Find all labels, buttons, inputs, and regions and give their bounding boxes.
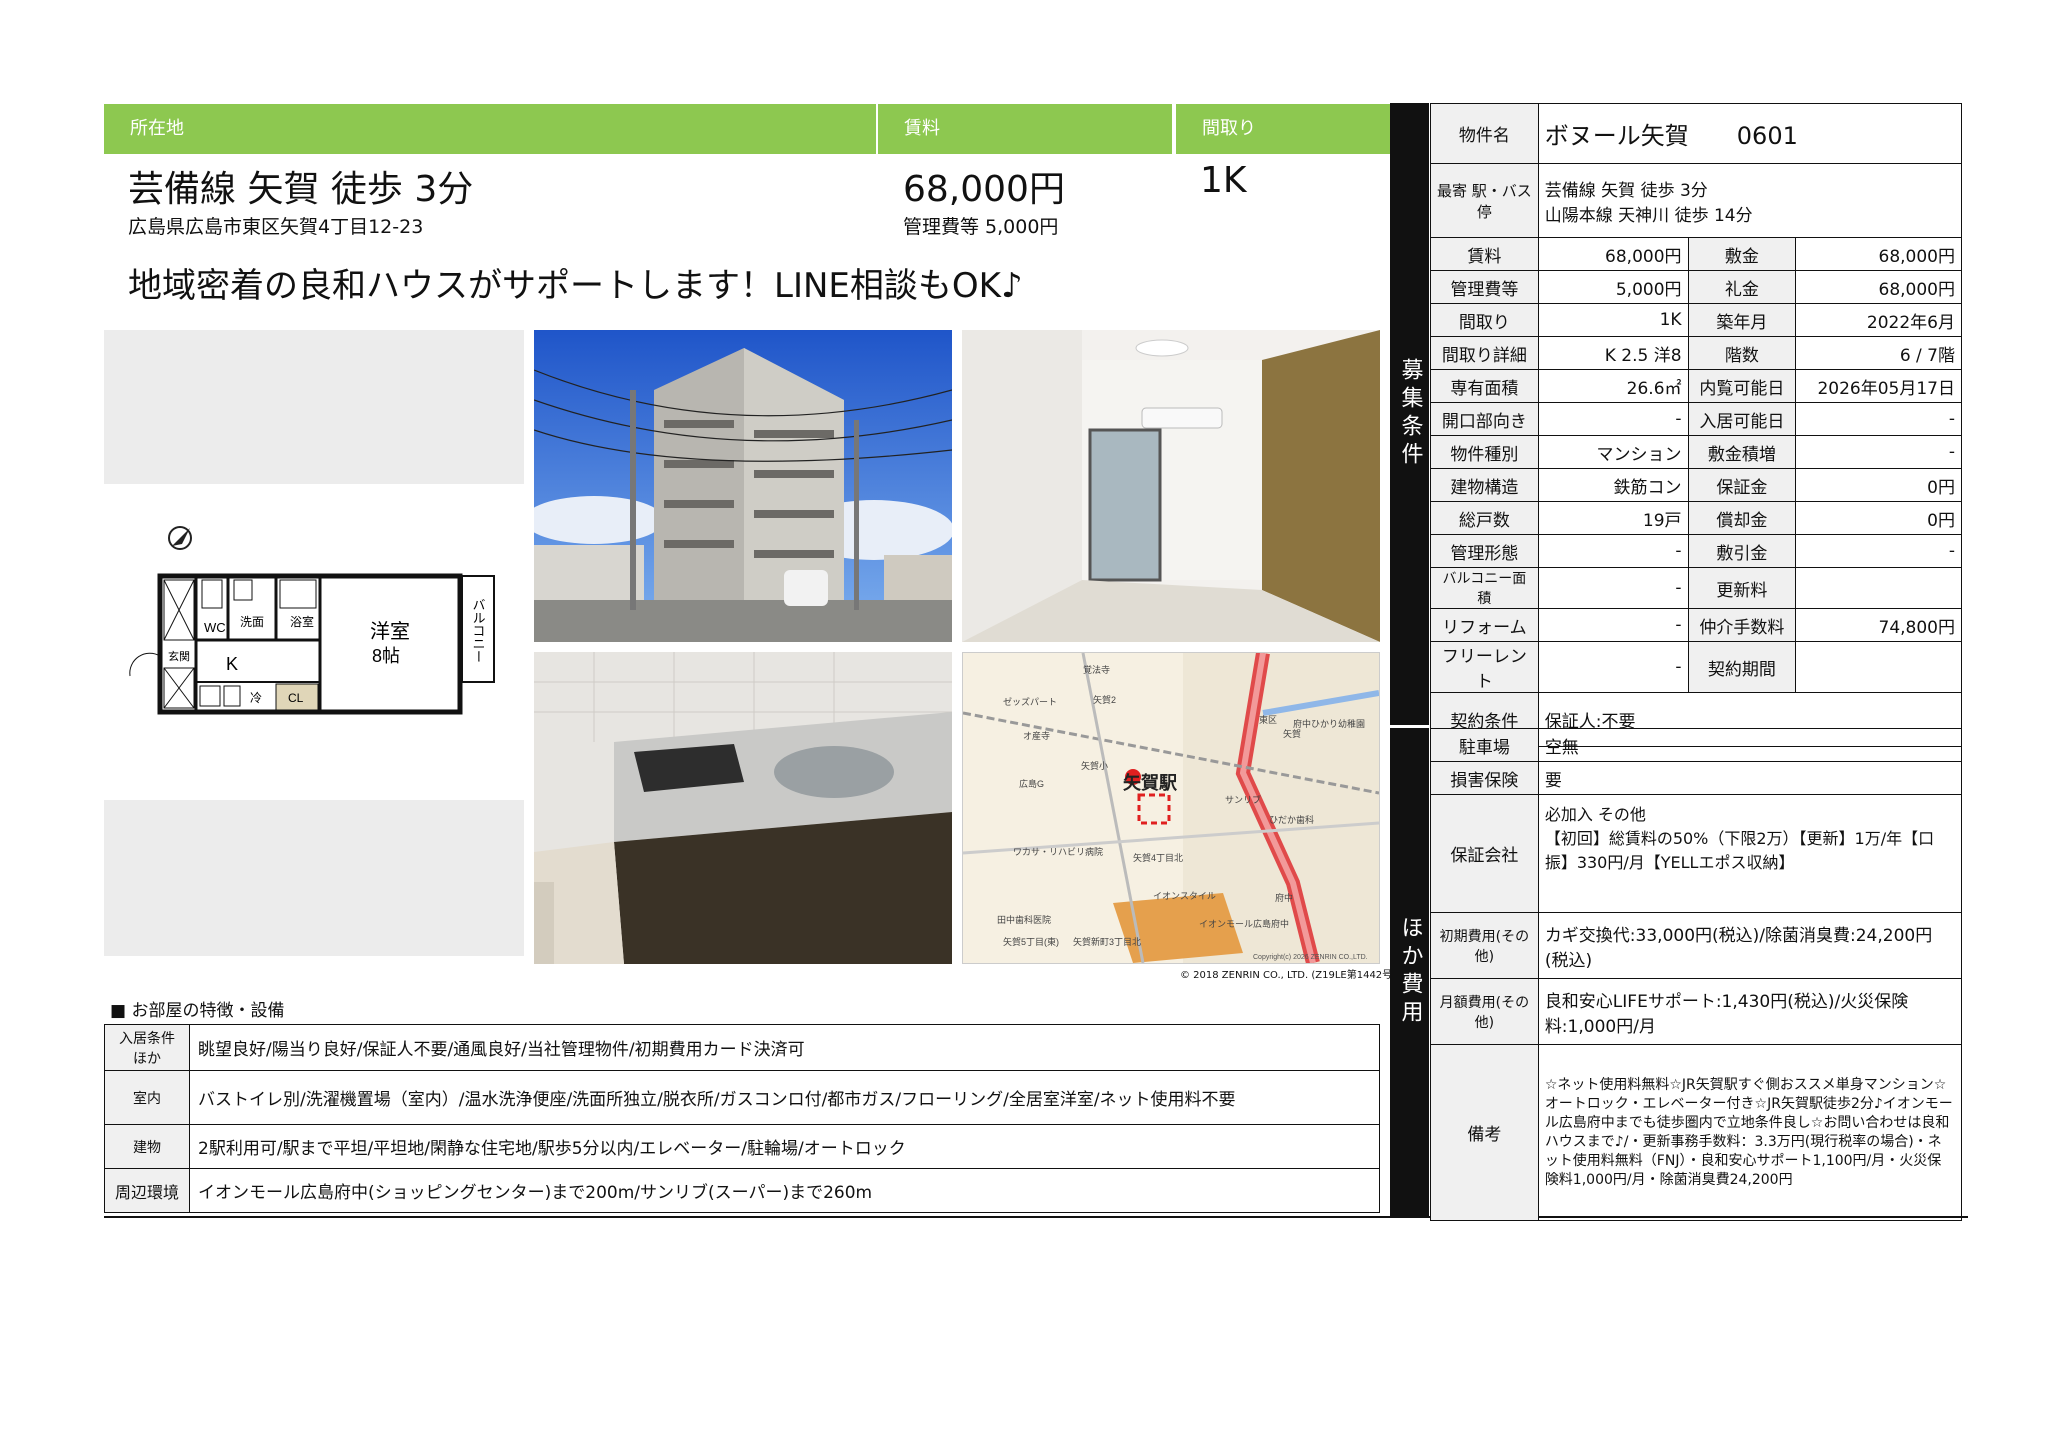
property-name: ボヌール矢賀 0601 bbox=[1537, 103, 1963, 164]
table-row: 間取り 1K 築年月 2022年6月 bbox=[1430, 303, 1962, 337]
compass-icon bbox=[168, 526, 192, 550]
area-map[interactable]: 矢賀駅 覚法寺 矢賀2 ゼッズパート オ産寺 矢賀小 広島G ワカサ・リハビリ病… bbox=[962, 652, 1380, 964]
svg-text:矢賀2: 矢賀2 bbox=[1093, 694, 1116, 705]
station-1: 芸備線 矢賀 徒歩 3分 bbox=[1544, 180, 1708, 201]
svg-text:矢賀4丁目北: 矢賀4丁目北 bbox=[1133, 852, 1183, 863]
svg-text:矢賀5丁目(東): 矢賀5丁目(東) bbox=[1003, 936, 1059, 947]
table-row: 月額費用(その他) 良和安心LIFEサポート:1,430円(税込)/火災保険料:1… bbox=[1430, 978, 1963, 1045]
svg-text:オ産寺: オ産寺 bbox=[1023, 730, 1050, 741]
table-row: バルコニー面積 - 更新料 bbox=[1430, 567, 1962, 609]
gray-placeholder-bottom bbox=[104, 800, 524, 956]
svg-text:矢賀: 矢賀 bbox=[1283, 728, 1301, 739]
gray-placeholder-top bbox=[104, 330, 524, 484]
fp-rei: 冷 bbox=[250, 691, 262, 705]
table-row: 管理形態 - 敷引金 - bbox=[1430, 534, 1962, 568]
table-row: 総戸数 19戸 償却金 0円 bbox=[1430, 501, 1962, 535]
fp-wc: WC bbox=[204, 620, 226, 635]
location-header: 所在地 bbox=[104, 104, 876, 154]
floorplan: WC 洗面 浴室 玄関 K 冷 CL 洋室 8帖 バルコニー bbox=[129, 526, 495, 715]
map-copyright-inner: Copyright(c) 2026 ZENRIN CO.,LTD. bbox=[1253, 954, 1368, 961]
building-photo bbox=[534, 330, 952, 642]
table-row: 建物構造 鉄筋コン 保証金 0円 bbox=[1430, 468, 1962, 502]
features-table: 入居条件ほか 眺望良好/陽当り良好/保証人不要/通風良好/当社管理物件/初期費用カ… bbox=[104, 1024, 1380, 1213]
fp-balcony: バルコニー bbox=[471, 598, 486, 663]
svg-text:ゼッズパート: ゼッズパート bbox=[1003, 696, 1057, 707]
svg-text:田中歯科医院: 田中歯科医院 bbox=[997, 914, 1051, 925]
features-heading: ■ お部屋の特徴・設備 bbox=[110, 1001, 285, 1021]
map-station: 矢賀駅 bbox=[1123, 772, 1178, 793]
sidebar-hoka: ほか費用 bbox=[1390, 728, 1429, 1216]
layout-header: 間取り bbox=[1176, 104, 1406, 154]
access-text: 芸備線 矢賀 徒歩 3分 bbox=[128, 169, 474, 210]
svg-text:サンリブ: サンリブ bbox=[1225, 794, 1261, 805]
layout-value: 1K bbox=[1200, 160, 1247, 201]
sidebar-boshu: 募集条件 bbox=[1390, 103, 1429, 725]
table-row: 備考 ☆ネット使用料無料☆JR矢賀駅すぐ側おススメ単身マンション☆オートロック・エ… bbox=[1430, 1044, 1963, 1221]
table-row: 建物 2駅利用可/駅まで平坦/平坦地/閑静な住宅地/駅歩5分以内/エレベーター/駐… bbox=[104, 1124, 1380, 1169]
table-row: リフォーム - 仲介手数料 74,800円 bbox=[1430, 608, 1962, 642]
svg-text:ワカサ・リハビリ病院: ワカサ・リハビリ病院 bbox=[1013, 846, 1103, 857]
table-row: 最寄 駅・バス停 芸備線 矢賀 徒歩 3分 山陽本線 天神川 徒歩 14分 bbox=[1430, 163, 1963, 238]
fp-genkan: 玄関 bbox=[168, 649, 190, 663]
table-row: 賃料 68,000円 敷金 68,000円 bbox=[1430, 237, 1962, 271]
table-row: 物件名 ボヌール矢賀 0601 bbox=[1430, 103, 1963, 164]
fp-cl: CL bbox=[288, 691, 304, 705]
station-2: 山陽本線 天神川 徒歩 14分 bbox=[1544, 205, 1753, 226]
address-text: 広島県広島市東区矢賀4丁目12-23 bbox=[128, 216, 424, 238]
table-row: 入居条件ほか 眺望良好/陽当り良好/保証人不要/通風良好/当社管理物件/初期費用カ… bbox=[104, 1024, 1380, 1071]
table-row: フリーレント - 契約期間 bbox=[1430, 641, 1962, 693]
fp-k: K bbox=[226, 654, 238, 674]
table-row: 開口部向き - 入居可能日 - bbox=[1430, 402, 1962, 436]
fp-room-size: 8帖 bbox=[372, 646, 400, 666]
table-row: 損害保険要 bbox=[1430, 761, 1963, 795]
svg-text:イオンスタイル: イオンスタイル bbox=[1153, 891, 1216, 901]
table-row: 駐車場 空無 bbox=[1430, 728, 1963, 762]
table-row: 周辺環境 イオンモール広島府中(ショッピングセンター)まで200m/サンリブ(スー… bbox=[104, 1168, 1380, 1213]
spec-table-bottom: 駐車場 空無 損害保険要 保証会社 必加入 その他 【初回】総賃料の50%（下限2万… bbox=[1430, 728, 1963, 1221]
kitchen-photo bbox=[534, 652, 952, 964]
table-row: 物件種別 マンション 敷金積増 - bbox=[1430, 435, 1962, 469]
svg-text:広島G: 広島G bbox=[1019, 778, 1044, 789]
rent-value: 68,000円 bbox=[903, 169, 1065, 210]
svg-text:府中: 府中 bbox=[1275, 892, 1293, 903]
table-row: 室内 バストイレ別/洗濯機置場（室内）/温水洗浄便座/洗面所独立/脱衣所/ガスコン… bbox=[104, 1070, 1380, 1125]
svg-text:矢賀小: 矢賀小 bbox=[1081, 760, 1108, 771]
svg-text:覚法寺: 覚法寺 bbox=[1083, 664, 1110, 675]
svg-text:府中ひかり幼稚園: 府中ひかり幼稚園 bbox=[1293, 718, 1365, 729]
table-row: 専有面積 26.6㎡ 内覧可能日 2026年05月17日 bbox=[1430, 369, 1962, 403]
fp-yokushitsu: 浴室 bbox=[290, 614, 314, 629]
interior-photo bbox=[962, 330, 1380, 642]
svg-text:東区: 東区 bbox=[1259, 714, 1277, 725]
table-row: 間取り詳細 K 2.5 洋8 階数 6 / 7階 bbox=[1430, 336, 1962, 370]
rent-header: 賃料 bbox=[878, 104, 1172, 154]
svg-text:ひだか歯科: ひだか歯科 bbox=[1269, 814, 1314, 825]
table-row: 初期費用(その他) カギ交換代:33,000円(税込)/除菌消臭費:24,200円… bbox=[1430, 912, 1963, 979]
table-row: 管理費等 5,000円 礼金 68,000円 bbox=[1430, 270, 1962, 304]
table-row: 保証会社 必加入 その他 【初回】総賃料の50%（下限2万）【更新】1万/年【口振… bbox=[1430, 794, 1963, 913]
management-fee: 管理費等 5,000円 bbox=[903, 216, 1059, 238]
spec-table-top: 物件名 ボヌール矢賀 0601 最寄 駅・バス停 芸備線 矢賀 徒歩 3分 山陽本… bbox=[1430, 103, 1963, 747]
fp-room: 洋室 bbox=[370, 620, 410, 643]
svg-text:イオンモール広島府中: イオンモール広島府中 bbox=[1199, 918, 1289, 929]
svg-text:矢賀新町3丁目北: 矢賀新町3丁目北 bbox=[1073, 936, 1141, 947]
catchphrase: 地域密着の良和ハウスがサポートします！LINE相談もOK♪ bbox=[128, 266, 1023, 306]
map-copyright: © 2018 ZENRIN CO., LTD. (Z19LE第1442号) bbox=[1180, 970, 1397, 981]
fp-senmen: 洗面 bbox=[240, 615, 264, 629]
